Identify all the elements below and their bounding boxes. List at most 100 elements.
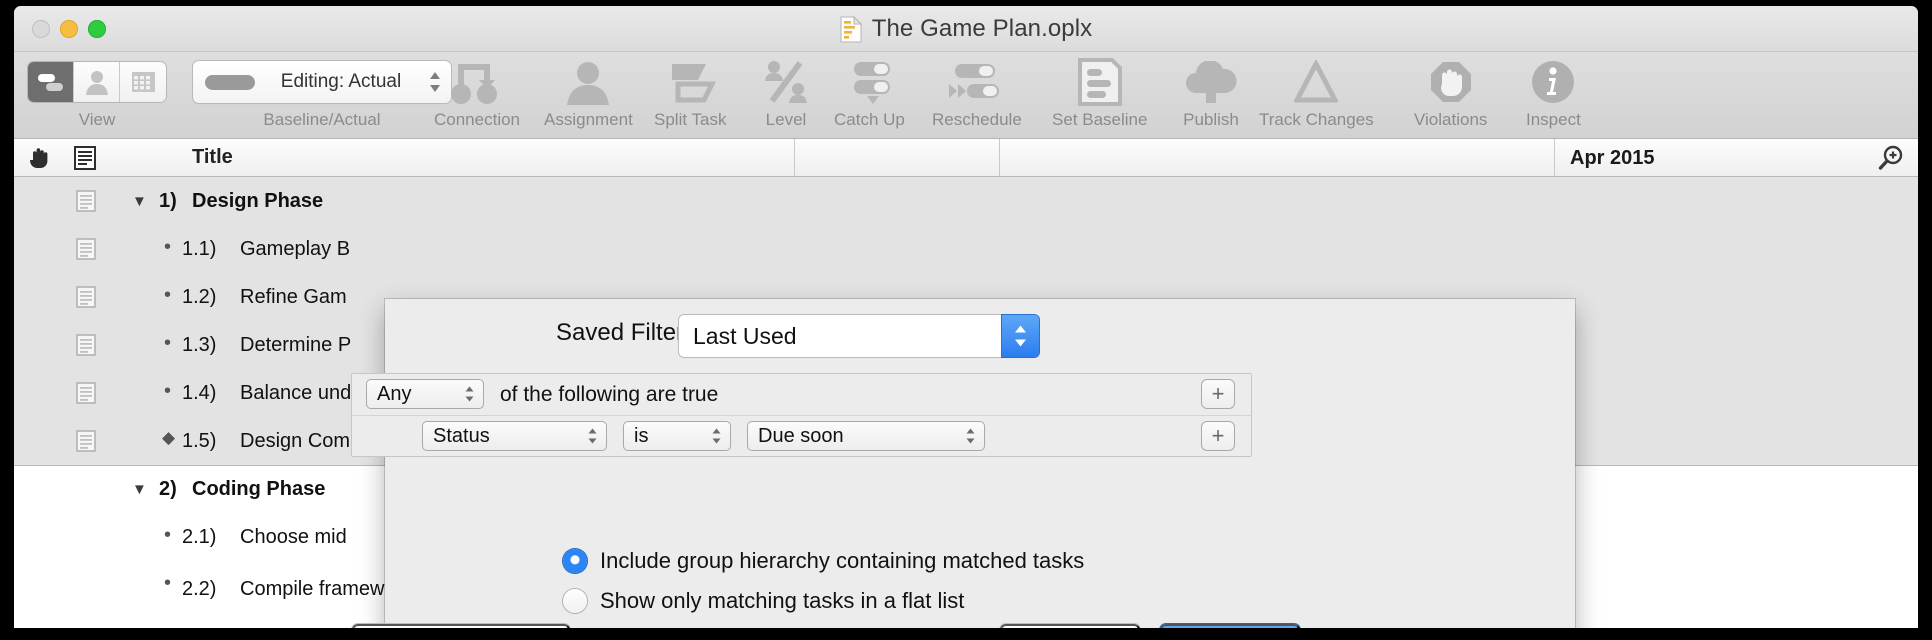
row-title: Gameplay B [240,237,351,260]
row-title: Design Com [240,429,351,452]
toolbar-label-catch-up: Catch Up [834,110,905,129]
bullet-icon: • [164,524,172,546]
toolbar-group-connection[interactable]: Connection [434,58,520,130]
rule-field-value: Status [433,424,490,447]
radio-include-hierarchy-label: Include group hierarchy containing match… [600,548,1085,573]
remove-filter-button[interactable]: Remove Filter [352,624,570,628]
toolbar-label-track-changes: Track Changes [1259,110,1374,129]
disclosure-triangle-icon[interactable]: ▼ [132,481,147,498]
row-note-icon[interactable] [76,190,96,212]
toolbar-label-reschedule: Reschedule [932,110,1022,129]
toolbar-label-assignment: Assignment [544,110,633,129]
chevron-updown-icon [454,384,479,404]
row-note-icon[interactable] [76,430,96,452]
match-mode-select[interactable]: Any [366,379,484,409]
toolbar-group-violations[interactable]: Violations [1414,58,1487,130]
app-window: The Game Plan.oplx View Editing: Actual … [14,6,1918,628]
document-icon [840,15,862,43]
toolbar-label-split-task: Split Task [654,110,727,129]
toolbar-label-connection: Connection [434,110,521,129]
filter-match-row: Any of the following are true + [352,374,1251,415]
bullet-icon: • [164,284,172,306]
toolbar-label-set-baseline: Set Baseline [1052,110,1148,129]
row-note-icon[interactable] [76,382,96,404]
saved-filters-stepper-icon[interactable] [1002,315,1039,357]
row-title: Design Phase [192,189,324,212]
row-note-icon[interactable] [76,334,96,356]
toolbar-group-level[interactable]: Level [762,58,810,130]
outline-column-header: Title Apr 2015 [14,139,1918,177]
row-title: Choose mid [240,525,347,548]
toolbar-label-baseline-actual: Baseline/Actual [263,110,381,129]
milestone-diamond-icon: ◆ [162,428,176,447]
violations-hand-icon [1429,60,1473,104]
reschedule-icon [945,60,1009,104]
row-title: Refine Gam [240,285,347,308]
row-title: Balance und [240,381,352,404]
saved-filters-combobox[interactable]: Last Used [679,315,1039,357]
disclosure-triangle-icon[interactable]: ▼ [132,193,147,210]
connection-icon [447,59,507,105]
radio-flat-list[interactable]: Show only matching tasks in a flat list [563,584,1084,618]
toolbar-group-track-changes[interactable]: Track Changes [1259,58,1374,130]
rule-value-value: Due soon [758,424,844,447]
column-header-title[interactable]: Title [192,146,233,169]
toolbar-group-publish[interactable]: Publish [1182,58,1240,130]
add-rule-button[interactable]: + [1201,421,1235,451]
row-note-icon[interactable] [76,286,96,308]
match-mode-value: Any [377,382,412,405]
screenshot-root: The Game Plan.oplx View Editing: Actual … [0,0,1932,640]
toolbar-group-set-baseline[interactable]: Set Baseline [1052,58,1147,130]
assignment-person-icon [565,59,611,105]
row-number: 1.3) [182,333,217,356]
toolbar-group-split-task[interactable]: Split Task [654,58,726,130]
column-divider [1554,139,1555,176]
row-number: 1.2) [182,285,217,308]
note-icon[interactable] [74,146,96,170]
toolbar-group-inspect[interactable]: Inspect [1526,58,1581,130]
hand-icon[interactable] [28,146,52,170]
cancel-button[interactable]: Cancel [1000,624,1140,628]
table-row[interactable]: • 1.1) Gameplay B [14,225,1918,273]
view-segmented-control[interactable] [28,62,166,102]
track-changes-delta-icon [1294,60,1339,104]
rule-operator-select[interactable]: is [623,421,731,451]
main-toolbar: View Editing: Actual Baseline/Actual Con… [14,52,1918,139]
match-suffix-label: of the following are true [500,383,719,406]
baseline-actual-value: Editing: Actual [280,71,402,92]
filter-rules-box: Any of the following are true + Status i… [351,373,1252,457]
window-title-area: The Game Plan.oplx [14,15,1918,43]
level-icon [762,59,810,105]
publish-cloud-icon [1182,61,1240,103]
content-area: Title Apr 2015 ▼ 1) Design Phase • 1.1) … [14,139,1918,628]
row-number: 1.4) [182,381,217,404]
ok-button[interactable]: OK [1160,624,1300,628]
column-divider [794,139,795,176]
toolbar-group-catch-up[interactable]: Catch Up [834,58,905,130]
chevron-updown-icon [955,426,980,446]
catch-up-icon [840,59,898,105]
toolbar-label-inspect: Inspect [1526,110,1581,129]
row-number: 1) [159,189,177,212]
view-gantt-icon[interactable] [28,62,74,102]
rule-value-select[interactable]: Due soon [747,421,985,451]
view-resource-icon[interactable] [74,62,120,102]
row-number: 2) [159,478,177,500]
baseline-actual-popup[interactable]: Editing: Actual [193,61,451,103]
row-note-icon[interactable] [76,238,96,260]
toolbar-group-assignment[interactable]: Assignment [544,58,633,130]
radio-selected-icon[interactable] [563,549,587,573]
table-row[interactable]: ▼ 1) Design Phase [14,177,1918,225]
toolbar-group-reschedule[interactable]: Reschedule [932,58,1022,130]
radio-include-hierarchy[interactable]: Include group hierarchy containing match… [563,544,1084,578]
toolbar-label-level: Level [765,110,807,129]
rule-field-select[interactable]: Status [422,421,607,451]
bullet-icon: • [164,572,172,594]
radio-unselected-icon[interactable] [563,589,587,613]
row-number: 2.1) [182,525,217,548]
view-calendar-icon[interactable] [120,62,166,102]
zoom-in-icon[interactable] [1878,145,1904,171]
window-titlebar: The Game Plan.oplx [14,6,1918,52]
split-task-icon [664,60,717,104]
add-rule-button[interactable]: + [1201,379,1235,409]
